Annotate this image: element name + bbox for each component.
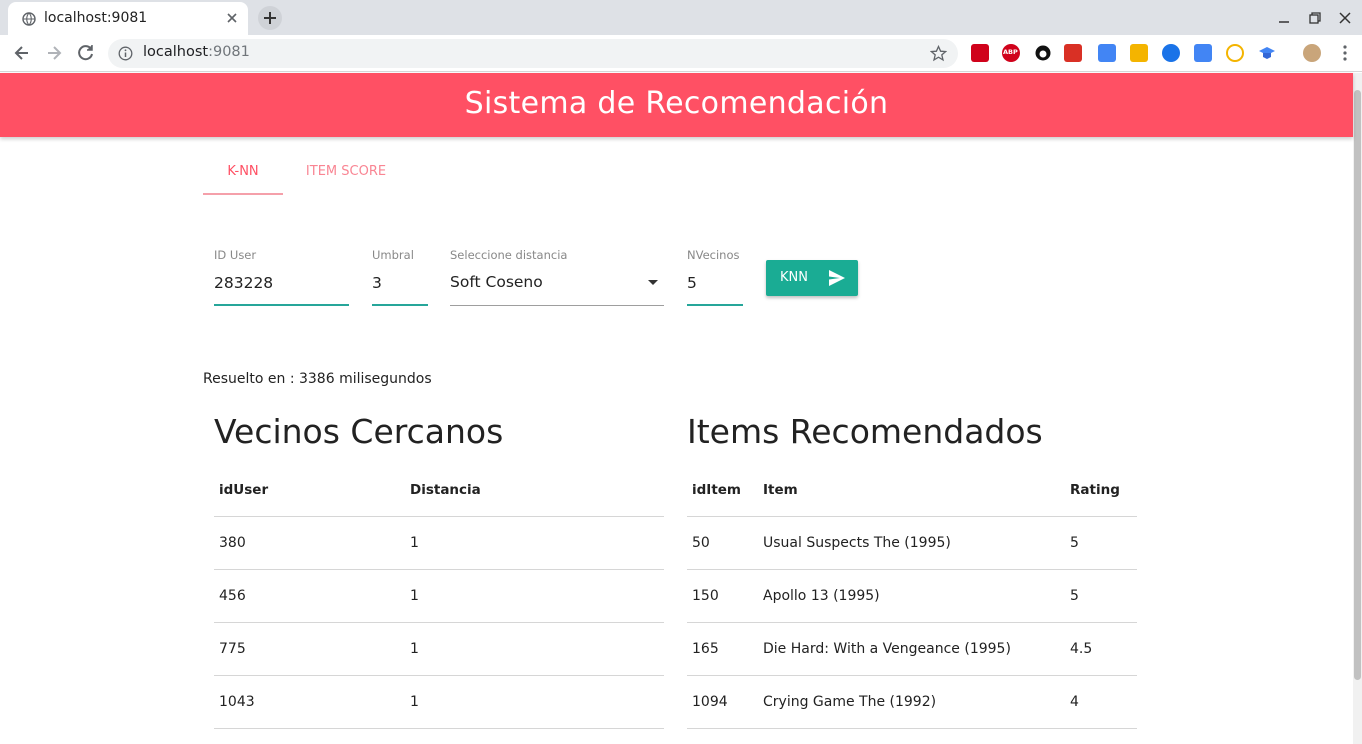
table-cell: Apollo 13 (1995) [763, 588, 880, 604]
table-cell: 5 [1070, 535, 1079, 551]
knn-button-label: KNN [780, 270, 808, 285]
table-divider [687, 728, 1137, 729]
cap-icon [1259, 47, 1275, 59]
forward-arrow-icon[interactable] [44, 43, 64, 63]
table-divider [687, 569, 1137, 570]
umbral-input[interactable]: 3 [372, 274, 382, 292]
url-text: localhost:9081 [143, 44, 250, 60]
target-icon[interactable] [1162, 44, 1180, 62]
umbral-label: Umbral [372, 248, 414, 262]
table-cell: 1 [410, 641, 419, 657]
adblock-icon[interactable]: ABP [1002, 44, 1020, 62]
red-extension-icon[interactable] [971, 44, 989, 62]
table-cell: 1 [410, 694, 419, 710]
tab-item-score[interactable]: ITEM SCORE [293, 148, 399, 195]
bookmark-star-icon[interactable] [930, 45, 947, 62]
nvecinos-label: NVecinos [687, 248, 740, 262]
table-cell: 1043 [219, 694, 255, 710]
menu-dots-icon[interactable] [1337, 44, 1353, 62]
umbral-underline [372, 304, 428, 306]
plus-icon [264, 12, 276, 24]
github-icon[interactable] [1034, 44, 1052, 62]
send-icon [829, 270, 845, 286]
reload-icon[interactable] [76, 43, 96, 63]
neighbors-header-distance: Distancia [410, 482, 481, 498]
table-cell: 456 [219, 588, 246, 604]
nvecinos-underline [687, 304, 743, 306]
table-cell: 1 [410, 535, 419, 551]
tab-title: localhost:9081 [44, 10, 148, 26]
table-cell: 50 [692, 535, 710, 551]
table-divider [214, 675, 664, 676]
table-divider [687, 622, 1137, 623]
id-user-underline [214, 304, 349, 306]
items-header-iditem: idItem [692, 482, 741, 498]
page-scrollbar[interactable] [1353, 73, 1362, 744]
active-tab-indicator [203, 193, 283, 195]
address-bar[interactable]: localhost:9081 [108, 39, 958, 68]
table-cell: 380 [219, 535, 246, 551]
notes-icon[interactable] [1130, 44, 1148, 62]
distance-select[interactable]: Soft Coseno [450, 273, 543, 291]
restore-icon[interactable] [1307, 10, 1323, 26]
table-cell: Die Hard: With a Vengeance (1995) [763, 641, 1011, 657]
browser-toolbar: localhost:9081 ABP 3412 2pm 7 [0, 35, 1362, 101]
table-divider [687, 516, 1137, 517]
status-text: Resuelto en : 3386 milisegundos [203, 371, 432, 387]
table-divider [214, 516, 664, 517]
distance-select-label: Seleccione distancia [450, 248, 568, 262]
app-header: Sistema de Recomendación [0, 73, 1353, 137]
calendar-icon[interactable] [1194, 44, 1212, 62]
gmail-icon[interactable] [1064, 44, 1082, 62]
globe-icon [22, 12, 36, 26]
table-cell: 4 [1070, 694, 1079, 710]
knn-submit-button[interactable]: KNN [766, 260, 858, 296]
avatar[interactable] [1303, 44, 1321, 62]
url-host: localhost [143, 44, 209, 60]
chevron-down-icon[interactable] [648, 280, 658, 285]
url-port: :9081 [208, 44, 250, 60]
browser-tabstrip: localhost:9081 [0, 0, 1362, 35]
graduation-cap-icon[interactable] [1258, 44, 1276, 62]
nvecinos-input[interactable]: 5 [687, 274, 697, 292]
table-cell: Usual Suspects The (1995) [763, 535, 951, 551]
page-title: Sistema de Recomendación [464, 86, 889, 121]
items-header-item: Item [763, 482, 798, 498]
new-tab-button[interactable] [258, 6, 282, 30]
minimize-icon[interactable] [1276, 10, 1292, 26]
table-cell: 775 [219, 641, 246, 657]
close-icon[interactable] [224, 10, 240, 26]
check-icon[interactable] [1226, 44, 1244, 62]
table-cell: 4.5 [1070, 641, 1093, 657]
table-cell: 150 [692, 588, 719, 604]
table-divider [214, 569, 664, 570]
table-cell: 1 [410, 588, 419, 604]
translate-icon[interactable] [1098, 44, 1116, 62]
octocat-icon [1035, 45, 1051, 61]
table-divider [687, 675, 1137, 676]
distance-select-underline [450, 305, 664, 306]
id-user-label: ID User [214, 248, 257, 262]
neighbors-title: Vecinos Cercanos [214, 412, 504, 451]
info-icon[interactable] [118, 46, 133, 61]
items-title: Items Recomendados [687, 412, 1043, 451]
items-header-rating: Rating [1070, 482, 1120, 498]
browser-tab[interactable]: localhost:9081 [8, 2, 248, 35]
neighbors-header-iduser: idUser [219, 482, 269, 498]
table-divider [214, 622, 664, 623]
tab-knn[interactable]: K-NN [203, 148, 283, 195]
back-arrow-icon[interactable] [12, 43, 32, 63]
id-user-input[interactable]: 283228 [214, 274, 273, 292]
table-cell: 1094 [692, 694, 728, 710]
table-cell: Crying Game The (1992) [763, 694, 937, 710]
table-cell: 165 [692, 641, 719, 657]
table-cell: 5 [1070, 588, 1079, 604]
scrollbar-thumb[interactable] [1354, 90, 1361, 680]
window-close-icon[interactable] [1337, 10, 1353, 26]
table-divider [214, 728, 664, 729]
